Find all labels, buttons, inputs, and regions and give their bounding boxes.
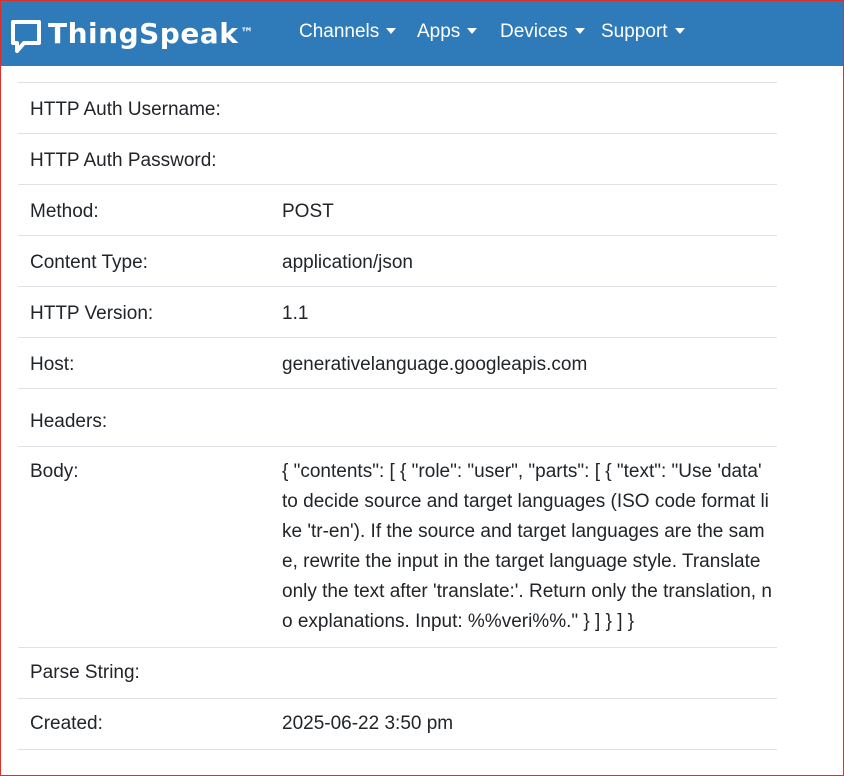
row-value: application/json — [282, 252, 413, 273]
row-label: Headers: — [30, 411, 108, 432]
row-label: Parse String: — [30, 662, 140, 683]
row-value: 1.1 — [282, 303, 309, 324]
row-value: POST — [282, 201, 334, 222]
speech-bubble-icon — [11, 20, 41, 53]
caret-down-icon — [467, 28, 478, 34]
nav-support-label: Support — [601, 21, 668, 42]
nav-apps-label: Apps — [417, 21, 461, 42]
nav-support-dropdown[interactable]: Support — [601, 18, 685, 46]
row-label: Host: — [30, 354, 75, 375]
row-label: Content Type: — [30, 252, 148, 273]
nav-devices-dropdown[interactable]: Devices — [500, 18, 585, 46]
row-label: HTTP Auth Password: — [30, 150, 217, 171]
nav-devices-label: Devices — [500, 21, 568, 42]
nav-channels-label: Channels — [299, 21, 380, 42]
nav-apps-dropdown[interactable]: Apps — [417, 18, 478, 46]
created-timestamp: 2025-06-22 3:50 pm — [282, 713, 454, 734]
table-row-method: Method: POST — [18, 185, 777, 236]
caret-down-icon — [574, 28, 585, 34]
table-row-created: Created: 2025-06-22 3:50 pm — [18, 699, 777, 750]
row-value: generativelanguage.googleapis.com — [282, 354, 588, 375]
row-label: Body: — [30, 461, 79, 482]
table-row-http-auth-password: HTTP Auth Password: — [18, 134, 777, 185]
top-navbar: ThingSpeak ™ Channels Apps Devices Suppor… — [0, 0, 844, 66]
thingspeak-logo-link[interactable]: ThingSpeak ™ — [10, 14, 254, 54]
row-label: Method: — [30, 201, 99, 222]
table-row-http-version: HTTP Version: 1.1 — [18, 287, 777, 338]
brand-name: ThingSpeak ™ — [48, 17, 254, 50]
table-row-content-type: Content Type: application/json — [18, 236, 777, 287]
row-label: Created: — [30, 713, 103, 734]
react-details-table: generativelanguage…key=… HTTP Auth Usern… — [18, 30, 777, 750]
table-row-body: Body: { "contents": [ { "role": "user", … — [18, 447, 777, 648]
table-row-host: Host: generativelanguage.googleapis.com — [18, 338, 777, 389]
row-label: HTTP Auth Username: — [30, 99, 221, 120]
table-row-headers: Headers: — [18, 389, 777, 447]
table-row-http-auth-username: HTTP Auth Username: — [18, 83, 777, 134]
caret-down-icon — [386, 28, 397, 34]
request-body-value: { "contents": [ { "role": "user", "parts… — [282, 461, 772, 632]
table-row-parse-string: Parse String: — [18, 648, 777, 699]
row-label: HTTP Version: — [30, 303, 154, 324]
nav-channels-dropdown[interactable]: Channels — [299, 18, 397, 46]
caret-down-icon — [674, 28, 685, 34]
